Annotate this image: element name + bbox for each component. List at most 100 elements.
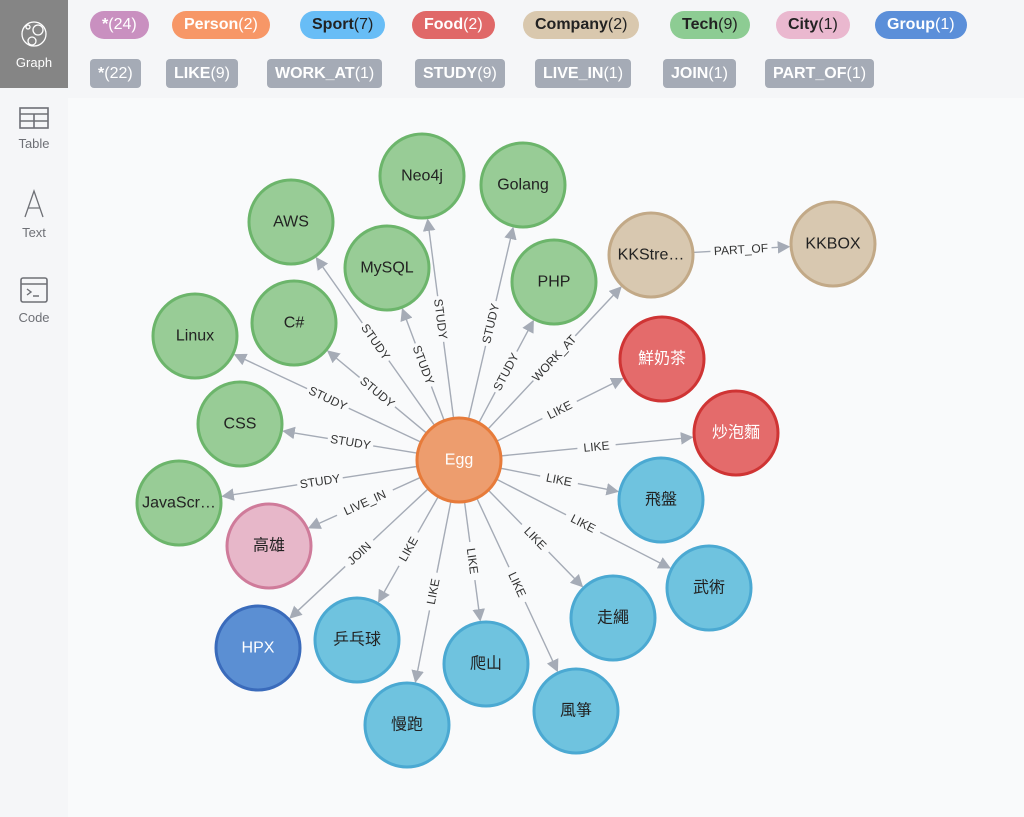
edge-line bbox=[430, 386, 445, 421]
pill-count: (9) bbox=[210, 65, 231, 82]
node-label-pill[interactable]: *(24) bbox=[90, 11, 149, 39]
pill-name: Company bbox=[535, 16, 608, 33]
edge-arrow bbox=[307, 514, 338, 529]
graph-node-php[interactable]: PHP bbox=[510, 238, 598, 326]
node-label: PHP bbox=[538, 274, 571, 291]
edge-line bbox=[417, 496, 439, 533]
sidebar-item-text[interactable]: Text bbox=[0, 170, 68, 258]
relationship-edge[interactable]: PART_OF bbox=[692, 241, 791, 258]
graph-node-wushu[interactable]: 武術 bbox=[665, 544, 753, 632]
relationship-edge[interactable]: LIKE bbox=[496, 377, 624, 442]
node-label: KKStre… bbox=[618, 247, 685, 264]
node-label: AWS bbox=[273, 214, 309, 231]
node-label: C# bbox=[284, 315, 305, 332]
graph-node-tightrope[interactable]: 走繩 bbox=[569, 574, 657, 662]
edge-arrow bbox=[577, 482, 620, 496]
edge-label: LIKE bbox=[545, 398, 575, 422]
edge-label: STUDY bbox=[479, 302, 502, 345]
graph-node-milktea[interactable]: 鮮奶茶 bbox=[618, 315, 706, 403]
graph-node-mysql[interactable]: MySQL bbox=[343, 224, 431, 312]
node-label-pill[interactable]: Food(2) bbox=[412, 11, 495, 39]
graph-node-jogging[interactable]: 慢跑 bbox=[363, 681, 451, 769]
legend-bar: *(24) Person(2) Sport(7) Food(2) Company(2) T… bbox=[68, 0, 1024, 98]
graph-node-pingpong[interactable]: 乒乓球 bbox=[313, 596, 401, 684]
relationship-type-pill[interactable]: *(22) bbox=[90, 59, 141, 88]
graph-node-golang[interactable]: Golang bbox=[479, 141, 567, 229]
edge-arrow bbox=[524, 601, 559, 673]
edge-line bbox=[496, 417, 543, 442]
node-label: KKBOX bbox=[805, 236, 860, 253]
node-label-pill[interactable]: Sport(7) bbox=[300, 11, 386, 39]
relationship-type-pill[interactable]: PART_OF(1) bbox=[765, 59, 875, 88]
edge-label: LIKE bbox=[424, 577, 443, 605]
node-label-pill[interactable]: Person(2) bbox=[172, 11, 270, 39]
relationship-edge[interactable]: LIKE bbox=[500, 467, 620, 496]
edge-label: LIKE bbox=[505, 570, 529, 599]
node-label-pill[interactable]: Tech(9) bbox=[670, 11, 750, 39]
edge-arrow bbox=[400, 308, 416, 344]
graph-canvas[interactable]: STUDY STUDYSTUDYSTUDY STUDYSTUDYSTUDYSTUDY… bbox=[68, 98, 1024, 817]
pill-name: JOIN bbox=[671, 65, 709, 82]
pill-count: (9) bbox=[718, 16, 738, 33]
graph-node-kkstream[interactable]: KKStre… bbox=[607, 211, 695, 299]
node-label-pill[interactable]: City(1) bbox=[776, 11, 850, 39]
relationship-type-pill[interactable]: STUDY(9) bbox=[415, 59, 505, 88]
relationship-edge[interactable]: STUDY bbox=[282, 426, 418, 454]
relationship-type-pill[interactable]: JOIN(1) bbox=[663, 59, 736, 88]
relationship-type-pill[interactable]: LIVE_IN(1) bbox=[535, 59, 632, 88]
node-label: Golang bbox=[497, 177, 549, 194]
relationship-edge[interactable]: LIKE bbox=[487, 489, 584, 588]
graph-node-hpx[interactable]: HPX bbox=[214, 604, 302, 692]
relationship-edge[interactable]: LIKE bbox=[500, 432, 694, 457]
sidebar-item-label: Text bbox=[22, 224, 46, 240]
pill-count: (1) bbox=[708, 65, 728, 82]
graph-node-linux[interactable]: Linux bbox=[151, 292, 239, 380]
edge-label: STUDY bbox=[329, 432, 371, 452]
relationship-edge[interactable]: STUDY bbox=[467, 226, 517, 420]
edge-arrow bbox=[326, 350, 361, 378]
relationship-type-pill[interactable]: LIKE(9) bbox=[166, 59, 239, 88]
node-label: Egg bbox=[445, 452, 473, 469]
node-label-pill[interactable]: Company(2) bbox=[523, 11, 640, 39]
edge-line bbox=[487, 489, 523, 526]
sidebar-item-label: Table bbox=[18, 135, 50, 151]
graph-node-css[interactable]: CSS bbox=[196, 380, 284, 468]
edge-label: LIKE bbox=[464, 547, 481, 575]
pill-count: (24) bbox=[108, 16, 137, 33]
graph-node-frisbee[interactable]: 飛盤 bbox=[617, 456, 705, 544]
graph-node-kkbox[interactable]: KKBOX bbox=[789, 200, 877, 288]
edge-arrow bbox=[771, 241, 791, 254]
relationship-type-pill[interactable]: WORK_AT(1) bbox=[267, 59, 383, 88]
edge-line bbox=[342, 465, 418, 479]
pill-name: STUDY bbox=[423, 65, 478, 82]
graph-node-hiking[interactable]: 爬山 bbox=[442, 620, 530, 708]
graph-node-kaohsiung[interactable]: 高雄 bbox=[225, 502, 313, 590]
graph-node-kite[interactable]: 風箏 bbox=[532, 667, 620, 755]
sidebar-item-table[interactable]: Table bbox=[0, 84, 68, 172]
pill-count: (1) bbox=[818, 16, 838, 33]
edge-label: STUDY bbox=[357, 374, 397, 411]
table-icon bbox=[19, 106, 49, 129]
sidebar-item-code[interactable]: Code bbox=[0, 256, 68, 344]
edge-label: LIKE bbox=[521, 524, 549, 552]
edge-arrow bbox=[221, 484, 298, 501]
pill-count: (1) bbox=[935, 16, 955, 33]
relationship-edge[interactable]: STUDY bbox=[221, 465, 418, 501]
graph-node-csharp[interactable]: C# bbox=[250, 279, 338, 367]
graph-node-javascript[interactable]: JavaScr… bbox=[135, 459, 223, 547]
edge-label: JOIN bbox=[344, 539, 374, 568]
relationship-edge[interactable]: LIKE bbox=[464, 501, 485, 622]
pill-count: (1) bbox=[603, 65, 624, 82]
node-label: 武術 bbox=[693, 579, 725, 597]
sidebar-item-graph[interactable]: Graph bbox=[0, 0, 68, 88]
graph-node-noodle[interactable]: 炒泡麵 bbox=[692, 389, 780, 477]
edge-arrow bbox=[472, 579, 485, 622]
edge-label: STUDY bbox=[299, 471, 341, 491]
pill-name: WORK_AT bbox=[275, 65, 355, 82]
graph-node-aws[interactable]: AWS bbox=[247, 178, 335, 266]
node-label-pill[interactable]: Group(1) bbox=[875, 11, 967, 39]
pill-name: Tech bbox=[682, 16, 719, 33]
graph-node-egg[interactable]: Egg bbox=[415, 416, 503, 504]
graph-node-neo4j[interactable]: Neo4j bbox=[378, 132, 466, 220]
edge-arrow bbox=[282, 426, 328, 440]
